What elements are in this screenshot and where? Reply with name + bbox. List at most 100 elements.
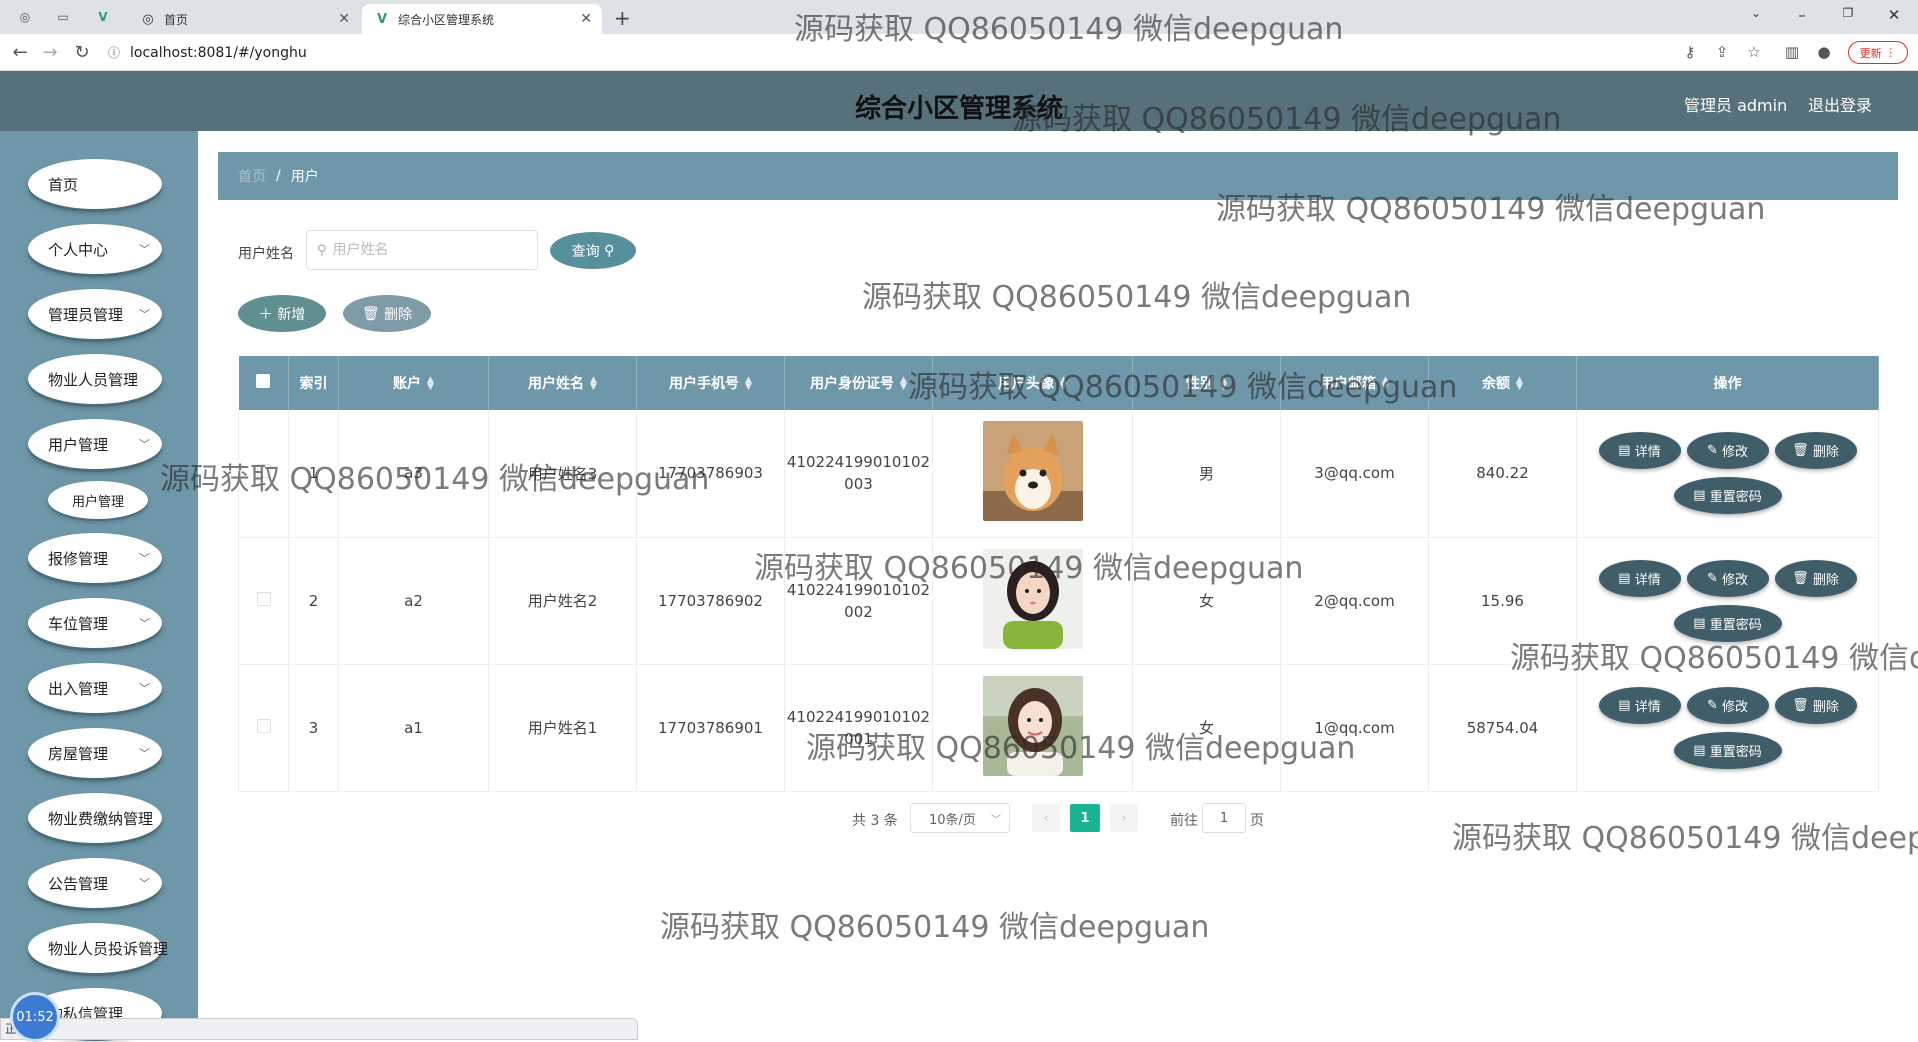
cell-avatar xyxy=(932,664,1133,792)
sort-icon[interactable]: ▲ ▼ xyxy=(1516,376,1523,392)
search-field[interactable]: ⚲ xyxy=(306,230,538,270)
sidebar: 首页 个人中心 ﹀ 管理员管理 ﹀ 物业人员管理 用户管理 ﹀ 用户管理 报修管理 ﹀ … xyxy=(0,131,198,1040)
admin-label: 管理员 admin xyxy=(1684,96,1788,115)
row-checkbox[interactable] xyxy=(238,537,289,665)
sidepanel-icon[interactable]: ▥ xyxy=(1782,43,1802,61)
edit-button[interactable]: ✎ 修改 xyxy=(1686,686,1769,724)
pencil-icon: ✎ xyxy=(1706,570,1718,586)
column-header[interactable]: 用户手机号 ▲ ▼ xyxy=(636,356,785,410)
back-button[interactable]: ← xyxy=(10,42,30,63)
delete-row-button[interactable]: 🗑 删除 xyxy=(1774,686,1857,724)
document-icon: ▤ xyxy=(1693,742,1706,758)
page-size-select[interactable]: 10条/页 ﹀ xyxy=(910,803,1010,833)
profile-icon[interactable]: ● xyxy=(1814,43,1834,61)
column-header[interactable]: 用户身份证号 ▲ ▼ xyxy=(784,356,933,410)
tab-label: 综合小区管理系统 xyxy=(398,12,495,27)
sidebar-item-access[interactable]: 出入管理 ﹀ xyxy=(28,663,162,713)
share-icon[interactable]: ⇪ xyxy=(1712,43,1732,61)
query-button[interactable]: 查询 ⚲ xyxy=(550,232,636,269)
sidebar-item-property-fee[interactable]: 物业费缴纳管理 xyxy=(28,793,162,843)
column-header[interactable]: 用户邮箱 ▲ ▼ xyxy=(1280,356,1429,410)
edit-button[interactable]: ✎ 修改 xyxy=(1686,432,1769,470)
column-header[interactable]: 性别 ▲ ▼ xyxy=(1132,356,1281,410)
sidebar-item-complaint[interactable]: 物业人员投诉管理 xyxy=(28,923,168,973)
table-header-row: 索引 账户 ▲ ▼ 用户姓名 ▲ ▼ 用户手机号 ▲ ▼ 用户身份证号 ▲ ▼ 用户头像 ▲ ▼ 性… xyxy=(238,356,1879,410)
select-all-checkbox[interactable] xyxy=(238,356,289,410)
goto-page-input[interactable]: 1 xyxy=(1202,803,1246,833)
page-number-current[interactable]: 1 xyxy=(1070,804,1100,832)
trash-icon: 🗑 xyxy=(1792,443,1809,459)
logout-link[interactable]: 退出登录 xyxy=(1808,92,1872,116)
search-input[interactable] xyxy=(332,242,513,258)
app-title: 综合小区管理系统 xyxy=(854,94,1063,124)
close-icon[interactable]: ✕ xyxy=(338,11,350,27)
sidebar-item-label: 车位管理 xyxy=(48,614,109,633)
next-page-button[interactable]: › xyxy=(1110,804,1138,832)
tab-icon[interactable]: ▭ xyxy=(54,8,72,26)
globe-icon[interactable]: ◎ xyxy=(16,8,34,26)
close-window-button[interactable]: ✕ xyxy=(1884,6,1904,24)
sidebar-item-label: 物业费缴纳管理 xyxy=(48,809,154,828)
close-icon[interactable]: ✕ xyxy=(580,11,592,27)
trash-icon: 🗑 xyxy=(361,305,380,322)
edit-button[interactable]: ✎ 修改 xyxy=(1686,559,1769,597)
delete-row-button[interactable]: 🗑 删除 xyxy=(1774,432,1857,470)
sort-icon[interactable]: ▲ ▼ xyxy=(1060,376,1067,392)
chevron-down-icon: ﹀ xyxy=(139,747,150,760)
sidebar-item-housing[interactable]: 房屋管理 ﹀ xyxy=(28,728,162,778)
row-checkbox[interactable] xyxy=(238,410,289,538)
sort-icon[interactable]: ▲ ▼ xyxy=(1382,376,1389,392)
document-icon: ▤ xyxy=(1693,488,1706,504)
column-header[interactable]: 账户 ▲ ▼ xyxy=(338,356,489,410)
sidebar-item-personal[interactable]: 个人中心 ﹀ xyxy=(28,224,162,274)
star-icon[interactable]: ☆ xyxy=(1744,43,1764,61)
sidebar-item-label: 房屋管理 xyxy=(48,744,109,763)
column-header[interactable]: 余额 ▲ ▼ xyxy=(1428,356,1577,410)
delete-button[interactable]: 🗑 删除 xyxy=(343,295,431,332)
sort-icon[interactable]: ▲ ▼ xyxy=(745,376,752,392)
restore-button[interactable]: ❐ xyxy=(1838,6,1858,20)
tab-system[interactable]: V 综合小区管理系统 ✕ xyxy=(362,4,602,34)
row-checkbox[interactable] xyxy=(238,664,289,792)
detail-button[interactable]: ▤ 详情 xyxy=(1598,686,1681,724)
prev-page-button[interactable]: ‹ xyxy=(1032,804,1060,832)
reset-password-button[interactable]: ▤ 重置密码 xyxy=(1673,477,1782,515)
vue-icon[interactable]: V xyxy=(94,8,112,26)
vue-icon: V xyxy=(376,11,388,27)
chevron-down-icon[interactable]: ⌄ xyxy=(1746,6,1766,20)
tab-home[interactable]: ◎ 首页 ✕ xyxy=(128,4,360,34)
minimize-button[interactable]: – xyxy=(1792,6,1812,24)
reload-button[interactable]: ↻ xyxy=(72,42,92,63)
add-button[interactable]: ＋ 新增 xyxy=(238,295,326,332)
sidebar-subitem-users[interactable]: 用户管理 xyxy=(48,481,148,519)
sidebar-item-home[interactable]: 首页 xyxy=(28,159,162,209)
sort-icon[interactable]: ▲ ▼ xyxy=(427,376,434,392)
sidebar-item-notice[interactable]: 公告管理 ﹀ xyxy=(28,858,162,908)
new-tab-button[interactable]: + xyxy=(614,6,631,30)
sort-icon[interactable]: ▲ ▼ xyxy=(1220,376,1227,392)
info-icon[interactable]: ⓘ xyxy=(108,44,120,61)
reset-password-button[interactable]: ▤ 重置密码 xyxy=(1673,731,1782,769)
delete-row-button[interactable]: 🗑 删除 xyxy=(1774,559,1857,597)
sidebar-item-admin[interactable]: 管理员管理 ﹀ xyxy=(28,289,162,339)
sidebar-item-parking[interactable]: 车位管理 ﹀ xyxy=(28,598,162,648)
sidebar-item-users[interactable]: 用户管理 ﹀ xyxy=(28,419,162,469)
table-row: 2 a2 用户姓名2 17703786902 410224199010102 00… xyxy=(238,537,1879,665)
sort-icon[interactable]: ▲ ▼ xyxy=(590,376,597,392)
detail-button[interactable]: ▤ 详情 xyxy=(1598,432,1681,470)
column-header[interactable]: 用户头像 ▲ ▼ xyxy=(932,356,1133,410)
breadcrumb-home[interactable]: 首页 xyxy=(238,166,266,186)
reset-password-button[interactable]: ▤ 重置密码 xyxy=(1673,604,1782,642)
sidebar-item-property-staff[interactable]: 物业人员管理 xyxy=(28,354,162,404)
url-field[interactable]: ⓘ localhost:8081/#/yonghu xyxy=(108,39,1668,66)
watermark: 源码获取 QQ86050149 微信deepguan xyxy=(660,910,1210,945)
forward-button[interactable]: → xyxy=(40,42,60,63)
detail-button[interactable]: ▤ 详情 xyxy=(1598,559,1681,597)
update-button[interactable]: 更新 ⋮ xyxy=(1848,41,1908,64)
column-header[interactable]: 用户姓名 ▲ ▼ xyxy=(488,356,637,410)
cell-phone: 17703786902 xyxy=(636,537,785,665)
sidebar-item-repair[interactable]: 报修管理 ﹀ xyxy=(28,533,162,583)
key-icon[interactable]: ⚷ xyxy=(1680,43,1700,61)
search-icon: ⚲ xyxy=(604,242,615,259)
sort-icon[interactable]: ▲ ▼ xyxy=(900,376,907,392)
